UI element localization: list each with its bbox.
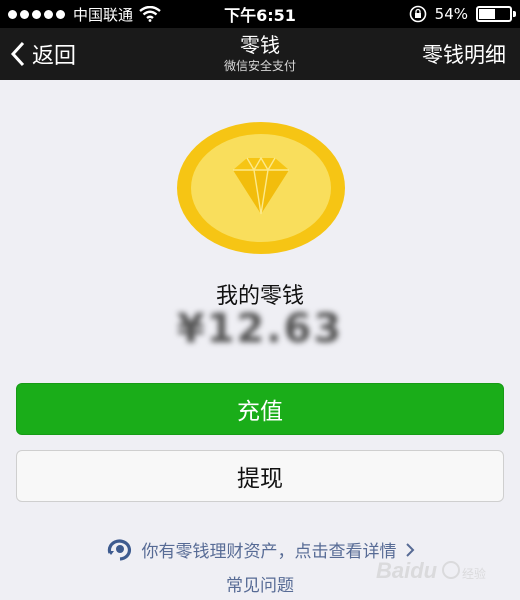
nav-title-group: 零钱 微信安全支付	[160, 32, 360, 74]
battery-percent: 54%	[434, 5, 468, 23]
battery-icon	[476, 6, 516, 22]
signal-icon	[8, 9, 65, 19]
status-right: 54%	[409, 5, 516, 23]
status-bar: 中国联通 下午6:51 54%	[0, 0, 520, 28]
svg-text:经验: 经验	[462, 566, 486, 581]
nav-bar: 返回 零钱 微信安全支付 零钱明细	[0, 28, 520, 80]
wallet-screen: 中国联通 下午6:51 54% 返回 零钱 微信安全支付 零钱明细 我的零钱 ¥…	[0, 0, 520, 600]
wallet-detail-link[interactable]: 零钱明细	[422, 28, 506, 80]
svg-text:Baidu: Baidu	[376, 558, 438, 583]
page-title: 零钱	[240, 33, 280, 57]
wifi-icon	[139, 6, 161, 22]
page-subtitle: 微信安全支付	[223, 59, 296, 73]
finance-link-text: 你有零钱理财资产，点击查看详情	[141, 542, 397, 562]
withdraw-button[interactable]: 提现	[16, 450, 504, 502]
balance-amount: ¥12.63	[176, 306, 344, 352]
rotation-lock-icon	[409, 5, 426, 23]
diamond-coin-icon	[177, 122, 345, 254]
chevron-left-icon	[10, 41, 25, 67]
recharge-button[interactable]: 充值	[16, 383, 504, 435]
finance-icon	[107, 538, 131, 561]
back-label: 返回	[32, 44, 77, 69]
carrier-label: 中国联通	[73, 5, 134, 24]
baidu-watermark-icon: Baidu 经验	[376, 558, 486, 583]
back-button[interactable]: 返回	[10, 28, 76, 80]
